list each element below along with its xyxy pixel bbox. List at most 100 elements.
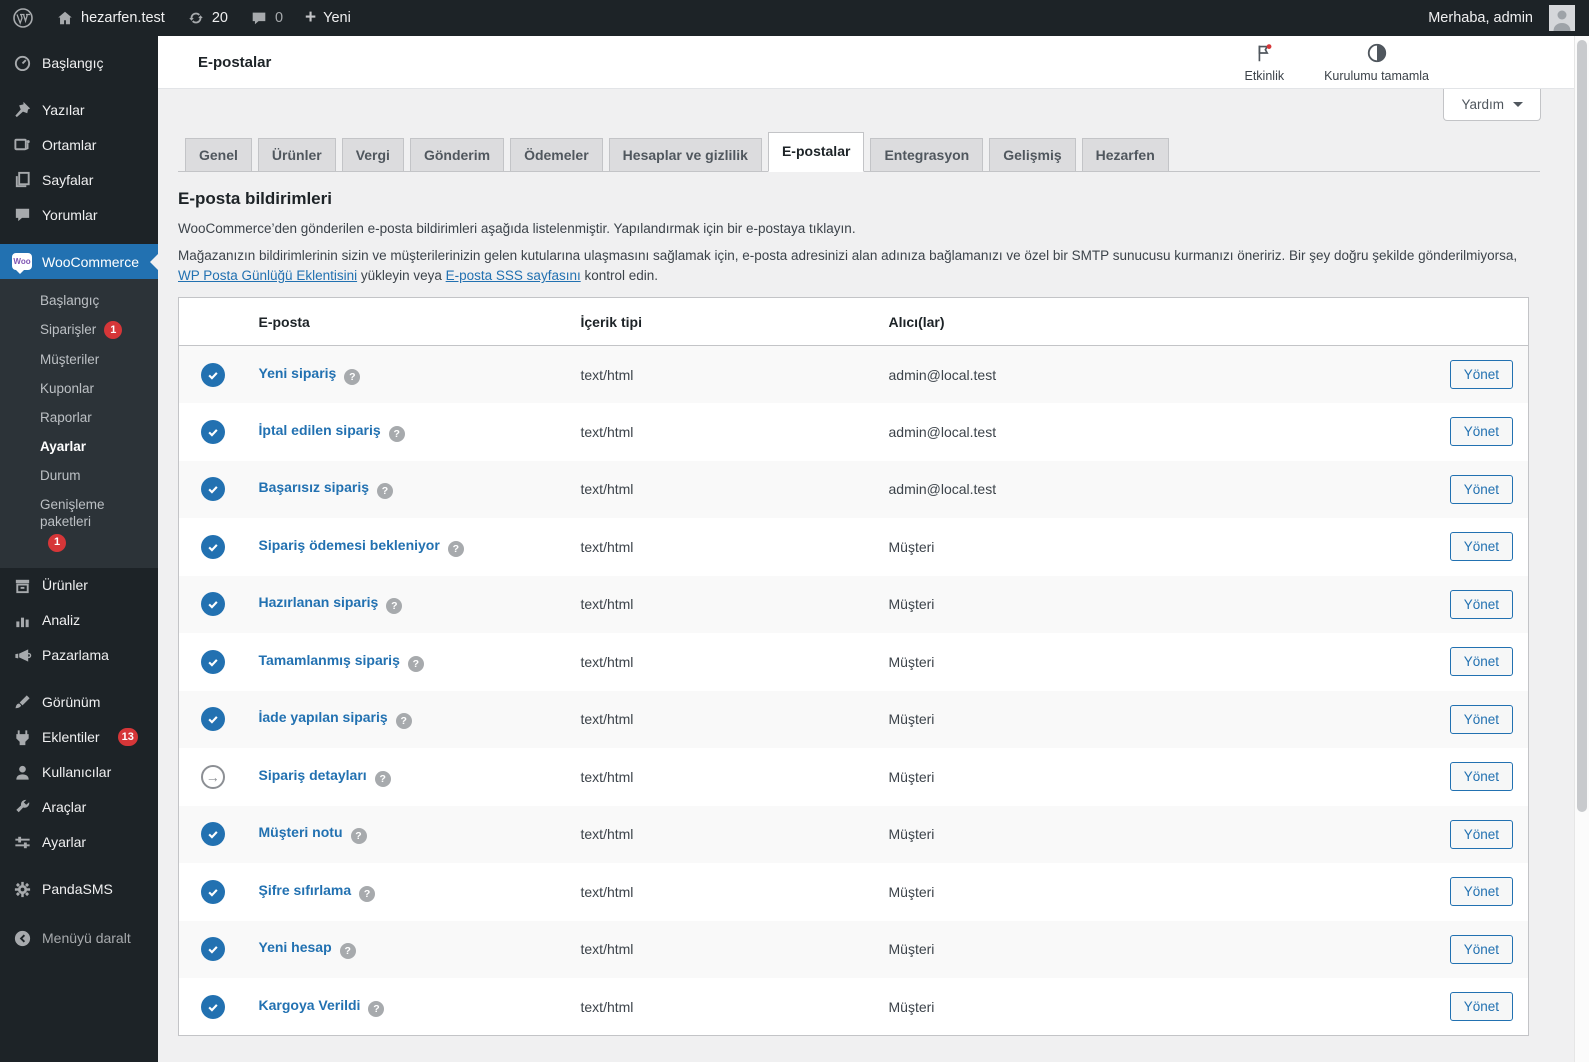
sidebar-item-pandasms[interactable]: PandaSMS bbox=[0, 872, 158, 907]
help-icon[interactable] bbox=[350, 828, 367, 845]
email-name-link[interactable]: Tamamlanmış sipariş bbox=[259, 652, 400, 668]
help-icon[interactable] bbox=[386, 598, 403, 615]
tab-vergi[interactable]: Vergi bbox=[341, 138, 404, 171]
sidebar-item-analiz[interactable]: Analiz bbox=[0, 603, 158, 638]
email-name-link[interactable]: Yeni hesap bbox=[259, 939, 332, 955]
submenu-item-baslangic[interactable]: Başlangıç bbox=[0, 286, 158, 315]
help-icon[interactable] bbox=[395, 713, 412, 730]
email-name-link[interactable]: Yeni sipariş bbox=[259, 365, 337, 381]
sidebar-item-sayfalar[interactable]: Sayfalar bbox=[0, 162, 158, 197]
sidebar-item-pazarlama[interactable]: Pazarlama bbox=[0, 638, 158, 673]
woocommerce-submenu: Başlangıç Siparişler 1 Müşteriler Kuponla… bbox=[0, 279, 158, 568]
email-status-icon[interactable]: → bbox=[200, 477, 225, 502]
tab-urunler[interactable]: Ürünler bbox=[257, 138, 336, 171]
email-status-icon[interactable]: → bbox=[200, 592, 225, 617]
manage-button[interactable]: Yönet bbox=[1449, 877, 1513, 907]
manage-button[interactable]: Yönet bbox=[1449, 589, 1513, 619]
email-status-icon[interactable]: → bbox=[200, 419, 225, 444]
email-name-link[interactable]: Başarısız sipariş bbox=[259, 479, 370, 495]
scrollbar-thumb[interactable] bbox=[1577, 40, 1587, 812]
email-status-icon[interactable]: → bbox=[200, 534, 225, 559]
manage-button[interactable]: Yönet bbox=[1449, 819, 1513, 849]
sidebar-item-urunler[interactable]: Ürünler bbox=[0, 568, 158, 603]
email-name-link[interactable]: İade yapılan sipariş bbox=[259, 709, 388, 725]
email-status-icon[interactable]: → bbox=[200, 764, 225, 789]
finish-setup-button[interactable]: Kurulumu tamamla bbox=[1324, 42, 1429, 83]
email-status-icon[interactable]: → bbox=[200, 937, 225, 962]
help-icon[interactable] bbox=[388, 425, 405, 442]
tab-gonderim[interactable]: Gönderim bbox=[409, 138, 505, 171]
collapse-menu-button[interactable]: Menüyü daralt bbox=[0, 921, 158, 956]
submenu-item-durum[interactable]: Durum bbox=[0, 461, 158, 490]
sidebar-item-ortamlar[interactable]: Ortamlar bbox=[0, 127, 158, 162]
email-status-icon[interactable]: → bbox=[200, 879, 225, 904]
help-dropdown-button[interactable]: Yardım bbox=[1443, 89, 1541, 121]
vertical-scrollbar[interactable] bbox=[1574, 36, 1589, 1062]
manage-button[interactable]: Yönet bbox=[1449, 704, 1513, 734]
email-name-link[interactable]: Şifre sıfırlama bbox=[259, 882, 352, 898]
email-status-icon[interactable]: → bbox=[200, 994, 225, 1019]
manage-button[interactable]: Yönet bbox=[1449, 360, 1513, 389]
help-icon[interactable] bbox=[359, 885, 376, 902]
help-icon[interactable] bbox=[339, 943, 356, 960]
submenu-item-genisleme-paketleri[interactable]: Genişleme paketleri 1 bbox=[0, 490, 158, 557]
help-icon[interactable] bbox=[447, 540, 464, 557]
updates-menu-item[interactable]: 20 bbox=[187, 9, 228, 27]
tab-hezarfen[interactable]: Hezarfen bbox=[1081, 138, 1169, 171]
tab-odemeler[interactable]: Ödemeler bbox=[510, 138, 603, 171]
submenu-item-musteriler[interactable]: Müşteriler bbox=[0, 345, 158, 374]
submenu-item-ayarlar[interactable]: Ayarlar bbox=[0, 432, 158, 461]
sidebar-item-kullanicilar[interactable]: Kullanıcılar bbox=[0, 755, 158, 790]
manage-button[interactable]: Yönet bbox=[1449, 934, 1513, 964]
account-menu-item[interactable]: Merhaba, admin bbox=[1428, 5, 1575, 31]
submenu-item-siparisler[interactable]: Siparişler 1 bbox=[0, 315, 158, 345]
sidebar-item-yazilar[interactable]: Yazılar bbox=[0, 92, 158, 127]
new-menu-item[interactable]: + Yeni bbox=[305, 8, 351, 27]
sidebar-item-yorumlar[interactable]: Yorumlar bbox=[0, 197, 158, 232]
sidebar-item-woocommerce[interactable]: Woo WooCommerce bbox=[0, 244, 158, 279]
sidebar-item-baslangic[interactable]: Başlangıç bbox=[0, 45, 158, 80]
manage-button[interactable]: Yönet bbox=[1449, 647, 1513, 677]
manage-button[interactable]: Yönet bbox=[1449, 417, 1513, 447]
help-icon[interactable] bbox=[368, 1000, 385, 1017]
sidebar-item-eklentiler[interactable]: Eklentiler 13 bbox=[0, 720, 158, 755]
email-status-icon[interactable]: → bbox=[200, 822, 225, 847]
activity-flag-icon bbox=[1253, 42, 1275, 67]
tab-hesaplar-ve-gizlilik[interactable]: Hesaplar ve gizlilik bbox=[608, 138, 762, 171]
tab-gelismis[interactable]: Gelişmiş bbox=[989, 138, 1076, 171]
manage-button[interactable]: Yönet bbox=[1449, 762, 1513, 792]
sidebar-item-gorunum[interactable]: Görünüm bbox=[0, 685, 158, 720]
site-menu-item[interactable]: hezarfen.test bbox=[56, 9, 165, 27]
wordpress-logo-icon[interactable] bbox=[12, 7, 34, 29]
manage-button[interactable]: Yönet bbox=[1449, 532, 1513, 562]
tab-e-postalar[interactable]: E-postalar bbox=[767, 132, 865, 172]
submenu-item-kuponlar[interactable]: Kuponlar bbox=[0, 374, 158, 403]
email-name-link[interactable]: Kargoya Verildi bbox=[259, 997, 361, 1013]
email-status-icon[interactable]: → bbox=[200, 707, 225, 732]
sidebar-item-label: Menüyü daralt bbox=[42, 930, 131, 947]
wp-mail-logging-link[interactable]: WP Posta Günlüğü Eklentisini bbox=[178, 268, 357, 283]
help-icon[interactable] bbox=[374, 770, 391, 787]
email-status-icon[interactable]: → bbox=[200, 649, 225, 674]
help-icon[interactable] bbox=[377, 483, 394, 500]
activity-button[interactable]: Etkinlik bbox=[1245, 42, 1284, 83]
comments-menu-item[interactable]: 0 bbox=[250, 9, 283, 27]
email-name-link[interactable]: Sipariş detayları bbox=[259, 767, 367, 783]
help-icon[interactable] bbox=[407, 655, 424, 672]
tab-entegrasyon[interactable]: Entegrasyon bbox=[870, 138, 984, 171]
tab-genel[interactable]: Genel bbox=[185, 138, 252, 171]
email-name-link[interactable]: İptal edilen sipariş bbox=[259, 422, 381, 438]
email-name-link[interactable]: Müşteri notu bbox=[259, 824, 343, 840]
manage-button[interactable]: Yönet bbox=[1449, 474, 1513, 504]
email-status-icon[interactable]: → bbox=[200, 362, 225, 387]
email-faq-link[interactable]: E-posta SSS sayfasını bbox=[446, 268, 581, 283]
submenu-item-raporlar[interactable]: Raporlar bbox=[0, 403, 158, 432]
email-name-link[interactable]: Sipariş ödemesi bekleniyor bbox=[259, 537, 440, 553]
help-icon[interactable] bbox=[344, 368, 361, 385]
table-row: → Yeni hesap text/html Müşteri Yönet bbox=[178, 920, 1529, 978]
manage-button[interactable]: Yönet bbox=[1449, 992, 1513, 1021]
email-name-link[interactable]: Hazırlanan sipariş bbox=[259, 594, 379, 610]
content-type-value: text/html bbox=[580, 366, 634, 383]
sidebar-item-araclar[interactable]: Araçlar bbox=[0, 790, 158, 825]
sidebar-item-ayarlar[interactable]: Ayarlar bbox=[0, 825, 158, 860]
